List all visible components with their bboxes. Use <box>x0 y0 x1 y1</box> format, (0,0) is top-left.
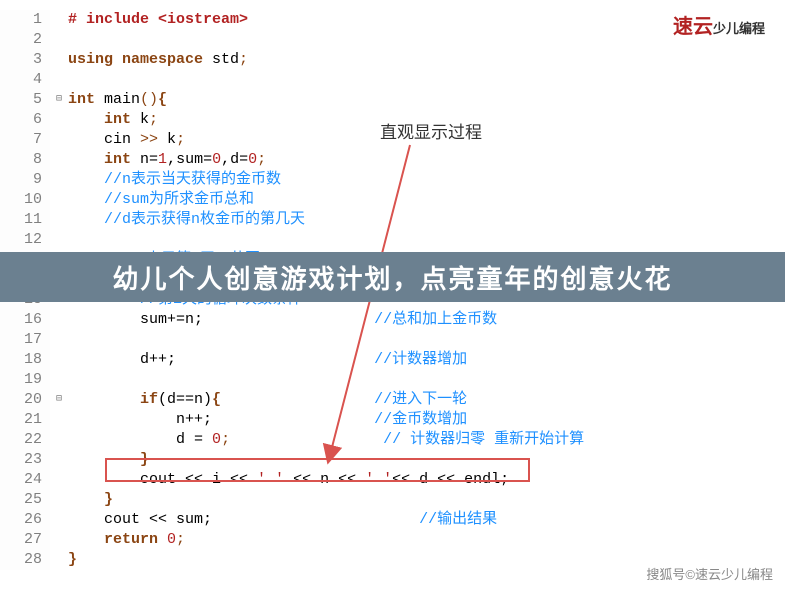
code-line: n++; //金币数增加 <box>68 410 785 430</box>
line-number: 24 <box>0 470 42 490</box>
line-number: 12 <box>0 230 42 250</box>
code-line <box>68 230 785 250</box>
line-number: 19 <box>0 370 42 390</box>
code-line: d = 0; // 计数器归零 重新开始计算 <box>68 430 785 450</box>
fold-icon[interactable]: ⊟ <box>50 390 68 410</box>
code-line: d++; //计数器增加 <box>68 350 785 370</box>
code-line: cout << i << ' ' << n << ' '<< d << endl… <box>68 470 785 490</box>
line-number: 28 <box>0 550 42 570</box>
watermark: 搜狐号©速云少儿编程 <box>646 564 773 583</box>
line-number: 23 <box>0 450 42 470</box>
code-line: sum+=n; //总和加上金币数 <box>68 310 785 330</box>
line-number: 1 <box>0 10 42 30</box>
code-line: using namespace std; <box>68 50 785 70</box>
code-line: //n表示当天获得的金币数 <box>68 170 785 190</box>
annotation-label: 直观显示过程 <box>380 118 482 143</box>
code-line: int n=1,sum=0,d=0; <box>68 150 785 170</box>
code-line: } <box>68 450 785 470</box>
logo: 速云少儿编程 <box>673 10 765 39</box>
line-number: 16 <box>0 310 42 330</box>
line-number: 18 <box>0 350 42 370</box>
code-line <box>68 370 785 390</box>
line-number: 27 <box>0 530 42 550</box>
code-line: } <box>68 490 785 510</box>
code-line: int main(){ <box>68 90 785 110</box>
logo-sub: 少儿编程 <box>713 21 765 36</box>
code-line: return 0; <box>68 530 785 550</box>
logo-main: 速云 <box>673 16 713 38</box>
line-number: 22 <box>0 430 42 450</box>
code-line <box>68 70 785 90</box>
code-line: //sum为所求金币总和 <box>68 190 785 210</box>
code-line: //d表示获得n枚金币的第几天 <box>68 210 785 230</box>
overlay-banner: 幼儿个人创意游戏计划，点亮童年的创意火花 <box>0 252 785 302</box>
line-number: 8 <box>0 150 42 170</box>
code-line: if(d==n){ //进入下一轮 <box>68 390 785 410</box>
line-number: 6 <box>0 110 42 130</box>
line-number: 3 <box>0 50 42 70</box>
code-line <box>68 330 785 350</box>
line-number: 20 <box>0 390 42 410</box>
line-number: 21 <box>0 410 42 430</box>
line-number: 10 <box>0 190 42 210</box>
code-line: cout << sum; //输出结果 <box>68 510 785 530</box>
line-number: 26 <box>0 510 42 530</box>
fold-icon[interactable]: ⊟ <box>50 90 68 110</box>
line-number: 9 <box>0 170 42 190</box>
line-number: 4 <box>0 70 42 90</box>
line-number: 2 <box>0 30 42 50</box>
line-number: 17 <box>0 330 42 350</box>
line-number: 25 <box>0 490 42 510</box>
line-number: 11 <box>0 210 42 230</box>
line-number: 7 <box>0 130 42 150</box>
line-number: 5 <box>0 90 42 110</box>
